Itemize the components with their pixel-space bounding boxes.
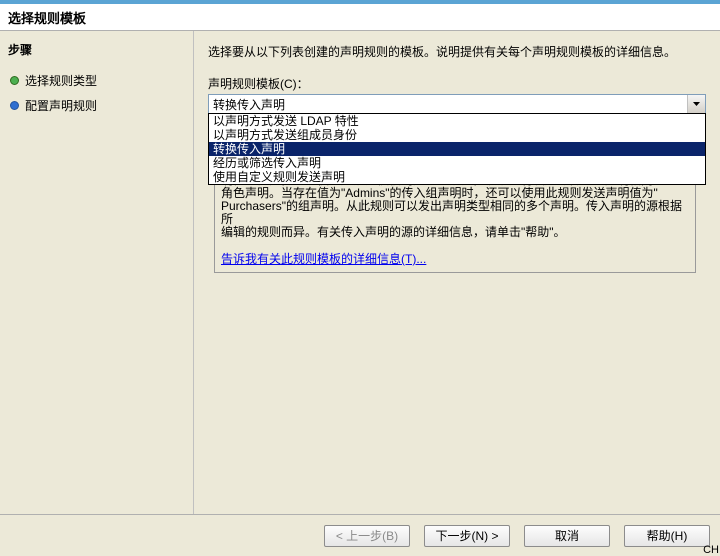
- combo-label: 声明规则模板(C)：: [208, 75, 706, 92]
- description-line: 角色声明。当存在值为"Admins"的传入组声明时，还可以使用此规则发送声明值为…: [221, 186, 658, 200]
- back-button[interactable]: < 上一步(B): [324, 525, 410, 547]
- step-configure-claim-rule: 配置声明规则: [0, 93, 193, 118]
- window-title: 选择规则模板: [0, 0, 720, 30]
- steps-sidebar: 步骤 选择规则类型 配置声明规则: [0, 31, 194, 514]
- combo-selected-text: 转换传入声明: [209, 95, 687, 113]
- step-label: 选择规则类型: [25, 72, 97, 89]
- step-active-icon: [10, 101, 19, 110]
- step-done-icon: [10, 76, 19, 85]
- help-button[interactable]: 帮助(H): [624, 525, 710, 547]
- wizard-window: 选择规则模板 步骤 选择规则类型 配置声明规则 选择要从以下列表创建的声明规则的…: [0, 0, 720, 556]
- option-transform-incoming-claim[interactable]: 转换传入声明: [209, 142, 705, 156]
- description-line: 编辑的规则而异。有关传入声明的源的详细信息，请单击"帮助"。: [221, 225, 566, 239]
- option-send-ldap-attributes[interactable]: 以声明方式发送 LDAP 特性: [209, 114, 705, 128]
- option-send-group-membership[interactable]: 以声明方式发送组成员身份: [209, 128, 705, 142]
- next-button[interactable]: 下一步(N) >: [424, 525, 510, 547]
- template-combo-wrap: 转换传入声明 以声明方式发送 LDAP 特性 以声明方式发送组成员身份 转换传入…: [208, 94, 706, 114]
- corner-text: CH: [702, 544, 720, 556]
- steps-header: 步骤: [0, 35, 193, 68]
- chevron-down-icon: [693, 102, 700, 106]
- instruction-text: 选择要从以下列表创建的声明规则的模板。说明提供有关每个声明规则模板的详细信息。: [208, 43, 706, 61]
- combo-dropdown-button[interactable]: [687, 95, 705, 113]
- cancel-button[interactable]: 取消: [524, 525, 610, 547]
- more-info-link[interactable]: 告诉我有关此规则模板的详细信息(T)...: [221, 253, 426, 266]
- option-send-custom-rule[interactable]: 使用自定义规则发送声明: [209, 170, 705, 184]
- steps-list: 选择规则类型 配置声明规则: [0, 68, 193, 118]
- description-line: Purchasers"的组声明。从此规则可以发出声明类型相同的多个声明。传入声明…: [221, 199, 682, 226]
- step-label: 配置声明规则: [25, 97, 97, 114]
- template-combo[interactable]: 转换传入声明: [208, 94, 706, 114]
- option-pass-or-filter-incoming-claim[interactable]: 经历或筛选传入声明: [209, 156, 705, 170]
- button-bar: < 上一步(B) 下一步(N) > 取消 帮助(H): [0, 514, 720, 556]
- step-select-rule-type: 选择规则类型: [0, 68, 193, 93]
- template-dropdown-list[interactable]: 以声明方式发送 LDAP 特性 以声明方式发送组成员身份 转换传入声明 经历或筛…: [208, 113, 706, 185]
